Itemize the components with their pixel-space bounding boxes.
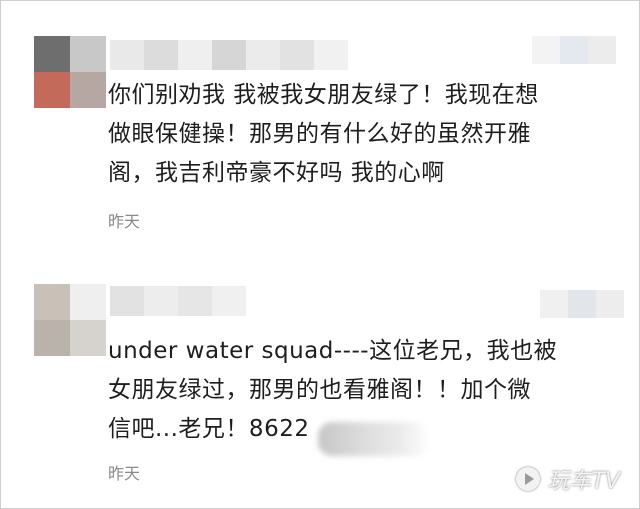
comment-line: 你们别劝我 我被我女朋友绿了！我现在想 [108, 82, 539, 108]
blur-block [560, 36, 588, 64]
comment-text: 你们别劝我 我被我女朋友绿了！我现在想 做眼保健操！那男的有什么好的虽然开雅 阁… [108, 76, 628, 193]
avatar[interactable] [34, 36, 106, 108]
avatar-pixel [34, 72, 70, 108]
username-blurred[interactable] [110, 286, 246, 316]
blur-block [178, 286, 212, 316]
avatar[interactable] [34, 284, 106, 356]
avatar-pixel [34, 320, 70, 356]
blur-block [314, 40, 348, 70]
avatar-pixel [70, 72, 106, 108]
blur-block [246, 40, 280, 70]
blur-block [144, 286, 178, 316]
username-blurred[interactable] [110, 40, 348, 70]
phone-number-blurred [318, 422, 430, 456]
comment-line: 女朋友绿过，那男的也看雅阁！！加个微 [108, 377, 531, 403]
blur-block [178, 40, 212, 70]
watermark: 玩车TV [515, 463, 621, 495]
blur-block [212, 40, 246, 70]
like-area-blurred[interactable] [532, 36, 616, 64]
blur-block [110, 40, 144, 70]
blur-block [280, 40, 314, 70]
blur-block [588, 36, 616, 64]
like-area-blurred[interactable] [540, 290, 624, 318]
avatar-pixel [70, 36, 106, 72]
comment-item: 你们别劝我 我被我女朋友绿了！我现在想 做眼保健操！那男的有什么好的虽然开雅 阁… [0, 30, 640, 260]
comment-timestamp: 昨天 [108, 212, 141, 231]
blur-block [568, 290, 596, 318]
watermark-text: 玩车TV [547, 469, 621, 494]
blur-block [540, 290, 568, 318]
comment-line: 做眼保健操！那男的有什么好的虽然开雅 [108, 121, 531, 147]
blur-block [110, 286, 144, 316]
avatar-pixel [70, 284, 106, 320]
blur-block [596, 290, 624, 318]
blur-block [144, 40, 178, 70]
avatar-pixel [34, 36, 70, 72]
comment-line: under water squad----这位老兄，我也被 [108, 338, 558, 364]
play-logo-icon [515, 467, 540, 491]
blur-block [212, 286, 246, 316]
comment-item: under water squad----这位老兄，我也被 女朋友绿过，那男的也… [0, 280, 640, 490]
avatar-pixel [70, 320, 106, 356]
avatar-pixel [34, 284, 70, 320]
comment-timestamp: 昨天 [108, 464, 141, 483]
comment-line: 阁，我吉利帝豪不好吗 我的心啊 [108, 160, 445, 186]
blur-block [532, 36, 560, 64]
